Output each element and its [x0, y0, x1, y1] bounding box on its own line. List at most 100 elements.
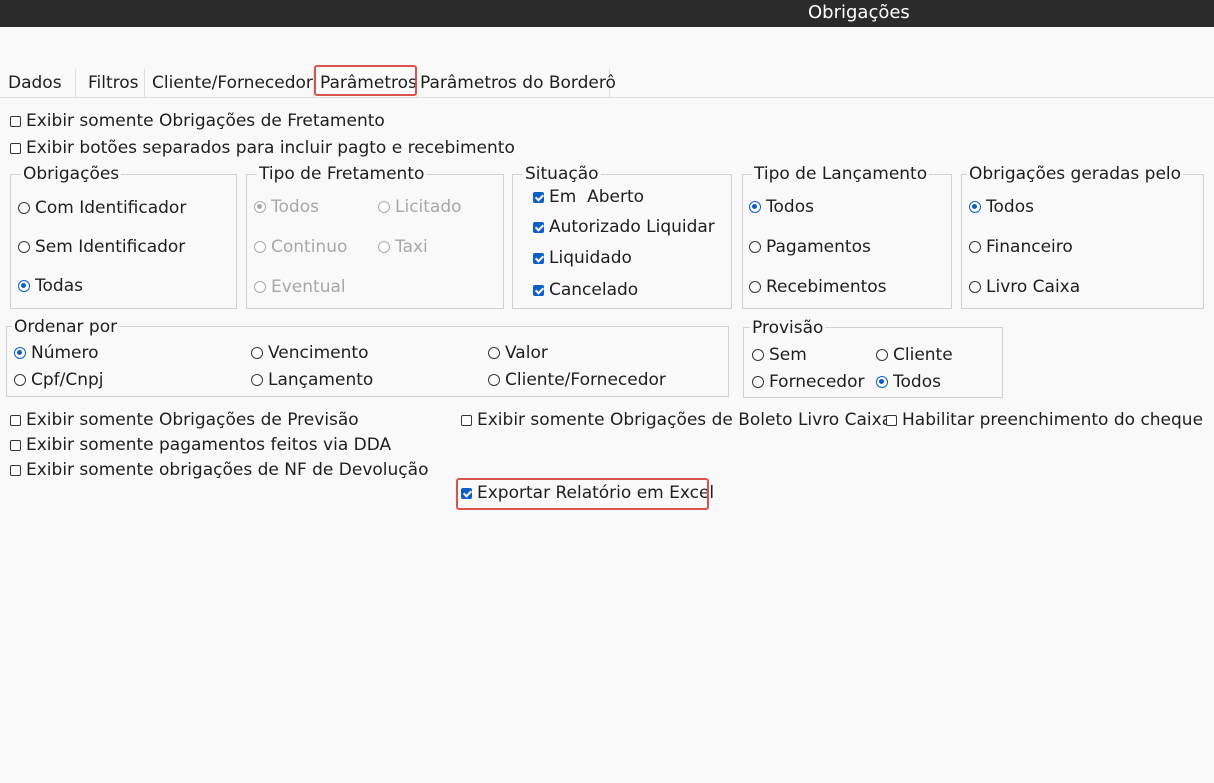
tab-cliente-fornecedor[interactable]: Cliente/Fornecedor	[146, 69, 314, 97]
geradas-pelo-legend: Obrigações geradas pelo	[967, 164, 1184, 184]
tab-filtros[interactable]: Filtros	[82, 69, 145, 97]
lancamento-recebimentos[interactable]: Recebimentos	[749, 277, 887, 297]
radio-icon	[752, 349, 764, 361]
checkbox-checked-icon	[461, 487, 472, 499]
option-label: Recebimentos	[766, 277, 887, 297]
situacao-em-aberto[interactable]: Em Aberto	[533, 187, 644, 207]
option-label: Vencimento	[268, 343, 369, 363]
option-label: Financeiro	[986, 237, 1073, 257]
situacao-liquidado[interactable]: Liquidado	[533, 248, 632, 268]
radio-icon	[378, 201, 390, 213]
lancamento-pagamentos[interactable]: Pagamentos	[749, 237, 871, 257]
fretamento-label: Exibir somente Obrigações de Fretamento	[26, 111, 385, 131]
tab-dados[interactable]: Dados	[2, 69, 76, 97]
ordenar-numero[interactable]: Número	[14, 343, 99, 363]
radio-selected-icon	[254, 201, 266, 213]
exportar-excel-checkbox[interactable]: Exportar Relatório em Excel	[461, 483, 714, 503]
fretamento-eventual: Eventual	[254, 277, 346, 297]
option-label: Cpf/Cnpj	[31, 370, 104, 390]
tipo-fretamento-legend: Tipo de Fretamento	[257, 164, 427, 184]
radio-icon	[18, 241, 30, 253]
tipo-lancamento-legend: Tipo de Lançamento	[752, 164, 930, 184]
radio-icon	[378, 241, 390, 253]
radio-icon	[254, 241, 266, 253]
checkbox-icon	[10, 115, 21, 127]
radio-icon	[749, 281, 761, 293]
geradas-todos[interactable]: Todos	[969, 197, 1034, 217]
title-bar: Obrigações	[0, 0, 1214, 27]
provisao-legend: Provisão	[750, 318, 826, 338]
ordenar-valor[interactable]: Valor	[488, 343, 548, 363]
radio-icon	[14, 374, 26, 386]
option-label: Livro Caixa	[986, 277, 1081, 297]
tab-parametros-bordero[interactable]: Parâmetros do Borderô	[416, 69, 616, 97]
option-label: Em Aberto	[549, 187, 645, 207]
checkbox-checked-icon	[533, 191, 544, 203]
option-label: Sem	[769, 345, 807, 365]
radio-selected-icon	[14, 347, 26, 359]
obrigacoes-com-identificador[interactable]: Com Identificador	[18, 198, 186, 218]
geradas-financeiro[interactable]: Financeiro	[969, 237, 1073, 257]
nf-devolucao-label: Exibir somente obrigações de NF de Devol…	[26, 460, 429, 480]
cheque-label: Habilitar preenchimento do cheque	[902, 410, 1204, 430]
situacao-autorizado-liquidar[interactable]: Autorizado Liquidar	[533, 217, 715, 237]
option-label: Taxi	[395, 237, 428, 257]
checkbox-checked-icon	[533, 284, 544, 296]
radio-icon	[749, 241, 761, 253]
radio-selected-icon	[969, 201, 981, 213]
lancamento-todos[interactable]: Todos	[749, 197, 814, 217]
option-label: Valor	[505, 343, 548, 363]
option-label: Todos	[766, 197, 814, 217]
situacao-cancelado[interactable]: Cancelado	[533, 280, 638, 300]
radio-selected-icon	[18, 280, 30, 292]
option-label: Todos	[271, 197, 319, 217]
ordenar-cpf-cnpj[interactable]: Cpf/Cnpj	[14, 370, 104, 390]
tab-parametros[interactable]: Parâmetros	[314, 69, 417, 97]
boleto-livro-caixa-label: Exibir somente Obrigações de Boleto Livr…	[477, 410, 893, 430]
radio-selected-icon	[876, 376, 888, 388]
fretamento-checkbox[interactable]: Exibir somente Obrigações de Fretamento	[10, 111, 385, 131]
radio-icon	[969, 281, 981, 293]
dda-checkbox[interactable]: Exibir somente pagamentos feitos via DDA	[10, 435, 391, 455]
provisao-cliente[interactable]: Cliente	[876, 345, 953, 365]
obrigacoes-legend: Obrigações	[21, 164, 122, 184]
cheque-checkbox[interactable]: Habilitar preenchimento do cheque	[886, 410, 1203, 430]
option-label: Liquidado	[549, 248, 632, 268]
option-label: Cliente/Fornecedor	[505, 370, 666, 390]
radio-icon	[18, 202, 30, 214]
provisao-sem[interactable]: Sem	[752, 345, 807, 365]
radio-icon	[254, 281, 266, 293]
nf-devolucao-checkbox[interactable]: Exibir somente obrigações de NF de Devol…	[10, 460, 428, 480]
checkbox-icon	[10, 464, 21, 476]
ordenar-legend: Ordenar por	[12, 317, 120, 337]
radio-icon	[876, 349, 888, 361]
option-label: Todos	[893, 372, 941, 392]
obrigacoes-sem-identificador[interactable]: Sem Identificador	[18, 237, 185, 257]
checkbox-icon	[10, 439, 21, 451]
geradas-livro-caixa[interactable]: Livro Caixa	[969, 277, 1080, 297]
checkbox-icon	[886, 414, 897, 426]
ordenar-lancamento[interactable]: Lançamento	[251, 370, 373, 390]
tab-divider	[0, 97, 1214, 98]
botoes-separados-checkbox[interactable]: Exibir botões separados para incluir pag…	[10, 138, 515, 158]
ordenar-cliente-fornecedor[interactable]: Cliente/Fornecedor	[488, 370, 666, 390]
option-label: Licitado	[395, 197, 462, 217]
situacao-legend: Situação	[523, 164, 601, 184]
fretamento-licitado: Licitado	[378, 197, 462, 217]
boleto-livro-caixa-checkbox[interactable]: Exibir somente Obrigações de Boleto Livr…	[461, 410, 892, 430]
botoes-separados-label: Exibir botões separados para incluir pag…	[26, 138, 515, 158]
radio-icon	[251, 374, 263, 386]
provisao-todos[interactable]: Todos	[876, 372, 941, 392]
previsao-label: Exibir somente Obrigações de Previsão	[26, 410, 359, 430]
obrigacoes-todas[interactable]: Todas	[18, 276, 83, 296]
radio-icon	[488, 374, 500, 386]
option-label: Todos	[986, 197, 1034, 217]
option-label: Com Identificador	[35, 198, 187, 218]
previsao-checkbox[interactable]: Exibir somente Obrigações de Previsão	[10, 410, 359, 430]
ordenar-vencimento[interactable]: Vencimento	[251, 343, 368, 363]
option-label: Pagamentos	[766, 237, 871, 257]
checkbox-icon	[10, 414, 21, 426]
option-label: Todas	[35, 276, 83, 296]
radio-selected-icon	[749, 201, 761, 213]
provisao-fornecedor[interactable]: Fornecedor	[752, 372, 864, 392]
